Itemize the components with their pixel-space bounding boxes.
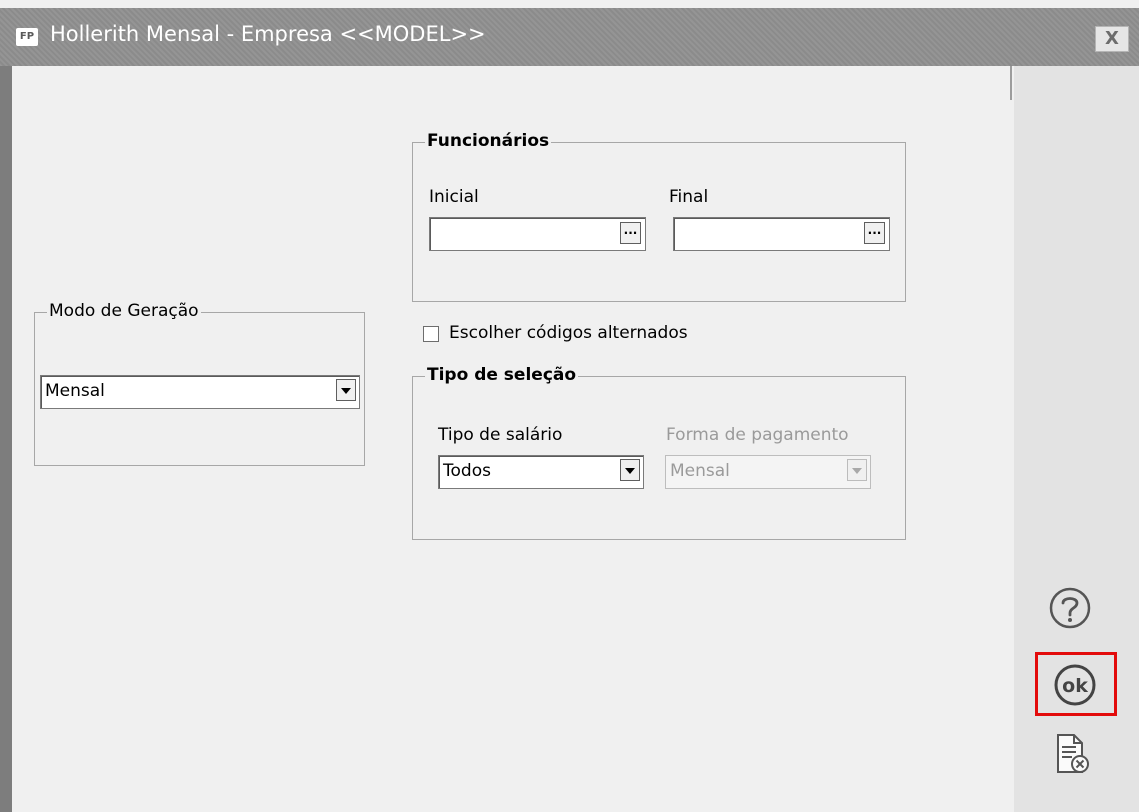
tipo-salario-select[interactable]: Todos [438,455,644,489]
document-cancel-icon [1057,734,1089,773]
action-sidebar: ok [1014,66,1139,812]
forma-pagamento-select: Mensal [665,455,871,489]
inicial-input[interactable]: ... [429,217,646,251]
forma-pagamento-label: Forma de pagamento [666,425,849,445]
question-circle-icon [1049,587,1091,629]
dialog-window: FP Hollerith Mensal - Empresa <<MODEL>> … [0,0,1139,812]
modo-geracao-title: Modo de Geração [47,301,201,321]
chevron-down-icon [852,468,862,474]
forma-pagamento-dropdown-button [847,459,867,481]
modo-geracao-dropdown-button[interactable] [336,379,356,401]
modo-geracao-group: Modo de Geração Mensal [34,301,365,466]
tipo-selecao-group: Tipo de seleção Tipo de salário Todos Fo… [412,365,906,540]
ok-label: ok [1062,675,1088,697]
tipo-salario-dropdown-button[interactable] [620,459,640,481]
forma-pagamento-value: Mensal [670,461,730,481]
inicial-label: Inicial [429,187,479,207]
close-button[interactable]: X [1095,26,1129,52]
help-button[interactable] [1048,586,1092,630]
final-label: Final [669,187,709,207]
inicial-lookup-button[interactable]: ... [620,222,641,244]
form-area: Modo de Geração Mensal Funcionários Inic… [12,66,1012,812]
window-title: Hollerith Mensal - Empresa <<MODEL>> [50,22,486,46]
modo-geracao-value: Mensal [45,381,105,401]
window-left-border [0,66,12,812]
funcionarios-group: Funcionários Inicial ... Final ... [412,131,906,302]
cancel-button[interactable] [1052,732,1092,776]
escolher-codigos-label[interactable]: Escolher códigos alternados [449,323,688,343]
ok-circle-icon: ok [1054,664,1096,706]
escolher-codigos-checkbox[interactable] [423,326,439,342]
modo-geracao-select[interactable]: Mensal [40,375,360,409]
chevron-down-icon [625,468,635,474]
tipo-selecao-title: Tipo de seleção [425,365,579,385]
scroll-edge [1010,66,1012,100]
tipo-salario-value: Todos [443,461,491,481]
final-input[interactable]: ... [673,217,890,251]
final-lookup-button[interactable]: ... [864,222,885,244]
title-bar: FP Hollerith Mensal - Empresa <<MODEL>> … [0,8,1139,66]
app-logo-icon: FP [16,28,38,46]
ok-button[interactable]: ok [1052,662,1098,708]
chevron-down-icon [341,388,351,394]
funcionarios-title: Funcionários [425,131,552,151]
tipo-salario-label: Tipo de salário [438,425,563,445]
